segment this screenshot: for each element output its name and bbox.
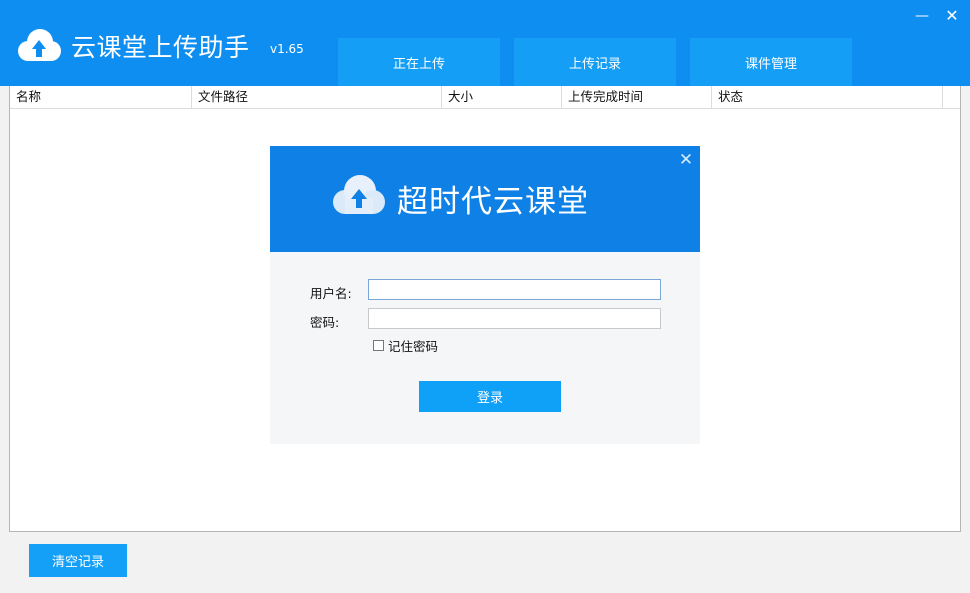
username-input[interactable] [368, 279, 661, 300]
close-icon[interactable]: ✕ [942, 6, 962, 26]
login-dialog-header: 超时代云课堂 ✕ [270, 146, 700, 252]
username-label: 用户名: [310, 286, 352, 301]
app-header: 云课堂上传助手 v1.65 — ✕ 正在上传 上传记录 课件管理 [0, 0, 970, 86]
remember-password[interactable]: 记住密码 [373, 336, 438, 355]
column-header-finish-time[interactable]: 上传完成时间 [562, 86, 712, 108]
tab-uploading[interactable]: 正在上传 [338, 38, 500, 86]
column-header-status[interactable]: 状态 [712, 86, 943, 108]
table-header: 名称 文件路径 大小 上传完成时间 状态 [10, 86, 960, 109]
password-input[interactable] [368, 308, 661, 329]
cloud-upload-icon [333, 175, 385, 214]
cloud-upload-icon [18, 29, 61, 61]
password-label: 密码: [310, 315, 340, 330]
column-header-path[interactable]: 文件路径 [192, 86, 442, 108]
tab-courseware-management[interactable]: 课件管理 [690, 38, 852, 86]
remember-password-label: 记住密码 [388, 339, 439, 354]
app-title: 云课堂上传助手 [71, 33, 250, 62]
remember-password-checkbox[interactable] [373, 340, 384, 351]
column-header-size[interactable]: 大小 [442, 86, 562, 108]
login-button[interactable]: 登录 [419, 381, 561, 412]
column-header-name[interactable]: 名称 [10, 86, 192, 108]
app-version: v1.65 [270, 42, 304, 56]
login-dialog-title: 超时代云课堂 [397, 184, 589, 220]
login-dialog: 超时代云课堂 ✕ 用户名: 密码: 记住密码 登录 [270, 146, 700, 444]
minimize-icon[interactable]: — [912, 6, 932, 26]
tab-upload-history[interactable]: 上传记录 [514, 38, 676, 86]
close-icon[interactable]: ✕ [676, 150, 696, 170]
clear-records-button[interactable]: 清空记录 [29, 544, 127, 577]
